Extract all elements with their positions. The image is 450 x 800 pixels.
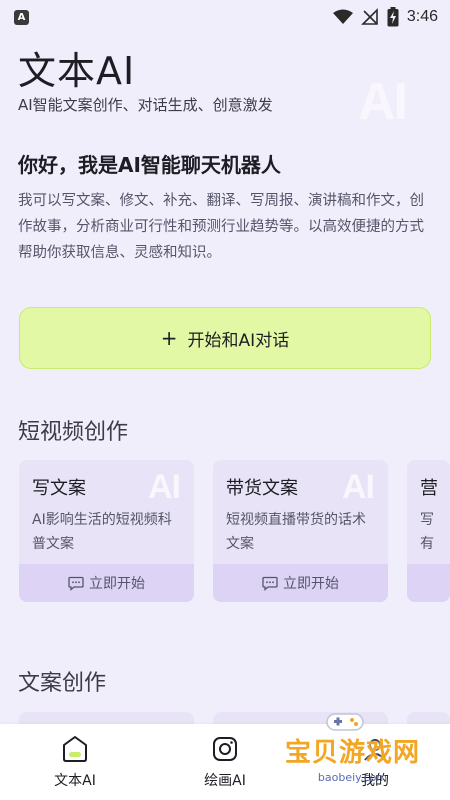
card-watermark: AI: [342, 468, 375, 506]
camera-icon: [213, 737, 237, 761]
card-start-button[interactable]: [407, 564, 450, 602]
header-watermark: AI: [358, 73, 408, 131]
section-title-copywriting: 文案创作: [18, 671, 107, 696]
status-left: A: [14, 9, 29, 25]
intro-description: 我可以写文案、修文、补充、翻译、写周报、演讲稿和作文，创作故事，分析商业可行性和…: [18, 193, 424, 261]
status-bar: A 3:46: [0, 0, 450, 34]
site-watermark-url: baobeiy.com: [317, 771, 388, 784]
card-partial[interactable]: 营 写有: [407, 460, 450, 602]
card-start-label: 立即开始: [89, 576, 145, 592]
plus-icon: +: [160, 326, 178, 350]
card-watermark: AI: [148, 468, 181, 506]
gamepad-icon: [326, 713, 364, 731]
no-signal-icon: [360, 8, 378, 25]
card-description: 写有: [420, 512, 434, 552]
section-title-short-video: 短视频创作: [18, 420, 129, 445]
status-time: 3:46: [406, 8, 438, 25]
site-watermark-text: 宝贝游戏网: [284, 738, 420, 768]
start-chat-label: 开始和AI对话: [187, 330, 290, 351]
card-title: 带货文案: [226, 478, 298, 499]
nav-label: 绘画AI: [204, 773, 246, 789]
start-chat-button[interactable]: + 开始和AI对话: [19, 307, 431, 369]
card-description: AI影响生活的短视频科普文案: [32, 512, 172, 552]
card-start-label: 立即开始: [283, 576, 339, 592]
battery-charging-icon: [387, 7, 399, 27]
nav-label: 文本AI: [54, 773, 96, 789]
card-start-button[interactable]: 立即开始: [213, 564, 388, 602]
message-icon: [262, 576, 278, 591]
site-watermark: 宝贝游戏网 baobeiy.com: [285, 712, 420, 784]
card-write-copy[interactable]: AI 写文案 AI影响生活的短视频科普文案 立即开始: [19, 460, 194, 602]
card-description: 短视频直播带货的话术文案: [226, 512, 366, 552]
message-icon: [68, 576, 84, 591]
nav-item-text-ai[interactable]: 文本AI: [20, 727, 130, 797]
page-title: 文本AI: [18, 49, 136, 93]
page-subtitle: AI智能文案创作、对话生成、创意激发: [18, 96, 273, 114]
wifi-icon: [332, 9, 353, 24]
card-sales-copy[interactable]: AI 带货文案 短视频直播带货的话术文案 立即开始: [213, 460, 388, 602]
chat-bubble-icon: [63, 736, 87, 762]
card-start-button[interactable]: 立即开始: [19, 564, 194, 602]
status-right: 3:46: [332, 7, 438, 27]
card-title: 营: [420, 478, 438, 499]
card-title: 写文案: [32, 478, 86, 499]
app-notification-icon: A: [14, 9, 29, 25]
nav-item-paint-ai[interactable]: 绘画AI: [170, 727, 280, 797]
greeting-heading: 你好，我是AI智能聊天机器人: [18, 153, 281, 177]
